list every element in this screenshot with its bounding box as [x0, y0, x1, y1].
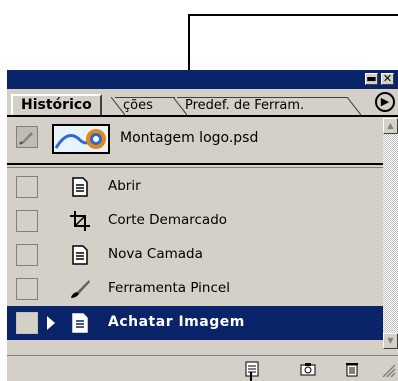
history-list: Abrir Corte Demarcado Nova Camada Ferram… [7, 170, 383, 349]
document-step-icon [72, 245, 88, 265]
callout-line-bottom [250, 372, 252, 381]
crop-icon [70, 211, 90, 231]
snapshot-row[interactable]: Montagem logo.psd [7, 118, 383, 158]
history-state-row[interactable]: Abrir [7, 170, 383, 204]
tab-tool-presets[interactable]: Predef. de Ferram. [177, 97, 347, 115]
history-panel: ▬ ✕ ções Predef. de Ferram. Histórico ▶ [7, 70, 398, 381]
history-brush-icon [19, 132, 33, 145]
history-state-row[interactable]: Ferramenta Pincel [7, 272, 383, 306]
history-brush-source-box[interactable] [16, 312, 38, 334]
menu-arrow-icon: ▶ [380, 95, 390, 108]
scroll-down-button[interactable]: ▼ [383, 333, 398, 349]
history-state-row[interactable]: Corte Demarcado [7, 204, 383, 238]
tab-actions-slant [111, 97, 125, 115]
history-brush-source-box[interactable] [16, 278, 38, 300]
scroll-up-button[interactable]: ▲ [383, 118, 398, 134]
history-state-label: Corte Demarcado [108, 212, 228, 228]
history-brush-source-box[interactable] [16, 244, 38, 266]
history-state-row-selected[interactable]: Achatar Imagem [7, 306, 383, 340]
tab-history-label: Histórico [21, 97, 92, 113]
history-brush-source-icon[interactable] [16, 126, 38, 148]
minimize-button[interactable]: ▬ [365, 73, 378, 85]
thumbnail-image [54, 126, 108, 152]
brush-icon [71, 280, 90, 298]
tab-tool-presets-label: Predef. de Ferram. [185, 98, 305, 113]
panel-menu-button[interactable]: ▶ [375, 92, 395, 112]
history-state-label: Achatar Imagem [108, 314, 245, 330]
document-step-icon [72, 313, 88, 333]
tab-tool-presets-slant [173, 97, 187, 115]
tab-actions-label: ções [123, 98, 153, 113]
snapshot-label: Montagem logo.psd [120, 130, 259, 146]
callout-line-horizontal [188, 14, 398, 16]
trash-icon[interactable] [343, 361, 361, 377]
new-snapshot-icon[interactable] [299, 361, 317, 377]
tab-underline [7, 115, 398, 117]
document-step-icon [72, 177, 88, 197]
new-document-from-state-icon[interactable] [243, 361, 261, 377]
history-state-row[interactable]: Nova Camada [7, 238, 383, 272]
resize-grip-icon[interactable] [379, 361, 397, 377]
tab-bar: ções Predef. de Ferram. Histórico ▶ [7, 89, 398, 116]
history-state-label: Nova Camada [108, 246, 203, 262]
history-brush-source-box[interactable] [16, 176, 38, 198]
history-state-label: Ferramenta Pincel [108, 280, 230, 296]
tab-tool-presets-slant-right [347, 97, 361, 115]
snapshot-thumbnail [52, 124, 110, 154]
history-brush-source-box[interactable] [16, 210, 38, 232]
close-button[interactable]: ✕ [381, 73, 394, 85]
tab-history[interactable]: Histórico [11, 94, 102, 115]
current-state-marker-icon[interactable] [47, 316, 55, 330]
history-state-label: Abrir [108, 178, 141, 194]
snapshot-separator-2 [7, 167, 383, 168]
panel-titlebar: ▬ ✕ [7, 70, 398, 89]
vertical-scrollbar[interactable]: ▲ ▼ [383, 118, 398, 349]
callout-line-vertical [188, 14, 190, 76]
snapshot-separator [7, 163, 383, 165]
panel-bottom-bar [7, 355, 398, 381]
